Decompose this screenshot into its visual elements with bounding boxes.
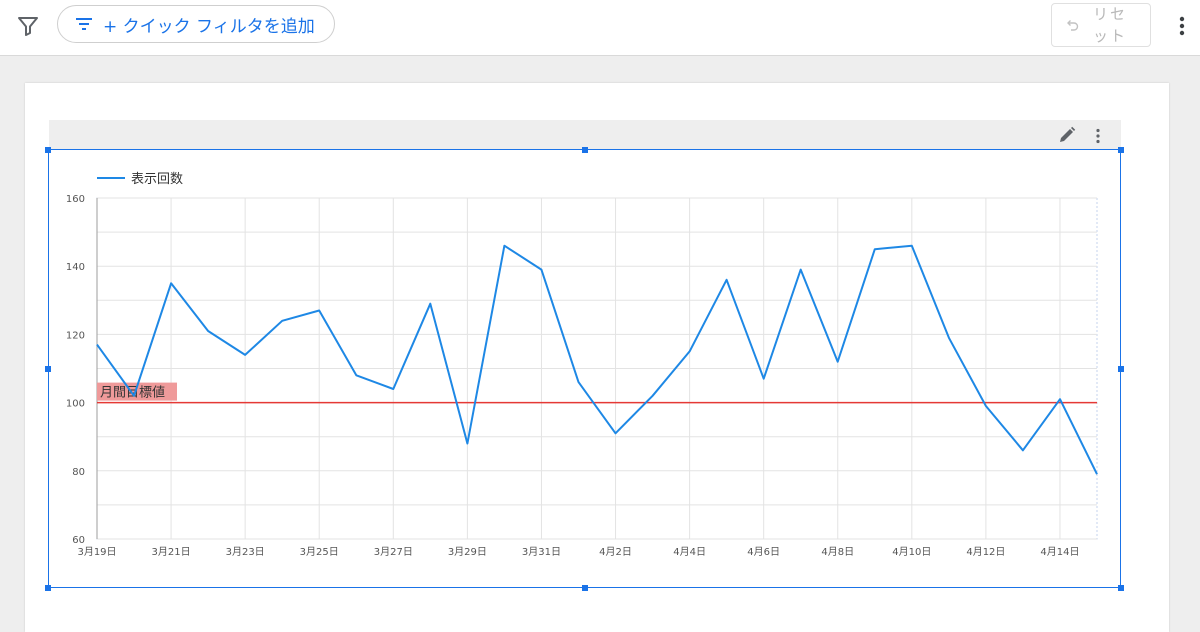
x-tick-label: 4月10日 bbox=[892, 546, 931, 558]
x-tick-label: 4月12日 bbox=[966, 546, 1005, 558]
y-tick-label: 80 bbox=[72, 467, 85, 478]
chart-legend: 表示回数 bbox=[97, 172, 183, 187]
x-tick-label: 3月21日 bbox=[152, 546, 191, 558]
y-tick-label: 120 bbox=[66, 330, 85, 341]
x-tick-label: 3月29日 bbox=[448, 546, 487, 558]
y-tick-label: 60 bbox=[72, 535, 85, 546]
x-tick-label: 3月27日 bbox=[374, 546, 413, 558]
time-series-chart: 60 80 100 120 140 160 3月19日 3月21日 3月23日 3月25日 3月2… bbox=[66, 172, 1098, 558]
x-tick-label: 3月23日 bbox=[226, 546, 265, 558]
y-axis-ticks: 60 80 100 120 140 160 bbox=[66, 194, 85, 546]
x-axis-ticks: 3月19日 3月21日 3月23日 3月25日 3月27日 3月29日 3月31日 4月2日 4… bbox=[77, 546, 1079, 558]
y-tick-label: 140 bbox=[66, 262, 85, 273]
legend-label: 表示回数 bbox=[131, 172, 183, 187]
x-tick-label: 3月19日 bbox=[77, 546, 116, 558]
chart-grid bbox=[96, 197, 1098, 540]
x-tick-label: 4月2日 bbox=[599, 546, 632, 558]
x-tick-label: 4月4日 bbox=[673, 546, 706, 558]
y-tick-label: 100 bbox=[66, 399, 85, 410]
x-tick-label: 4月14日 bbox=[1040, 546, 1079, 558]
x-tick-label: 4月6日 bbox=[747, 546, 780, 558]
y-tick-label: 160 bbox=[66, 194, 85, 205]
x-tick-label: 4月8日 bbox=[821, 546, 854, 558]
x-tick-label: 3月31日 bbox=[522, 546, 561, 558]
x-tick-label: 3月25日 bbox=[300, 546, 339, 558]
